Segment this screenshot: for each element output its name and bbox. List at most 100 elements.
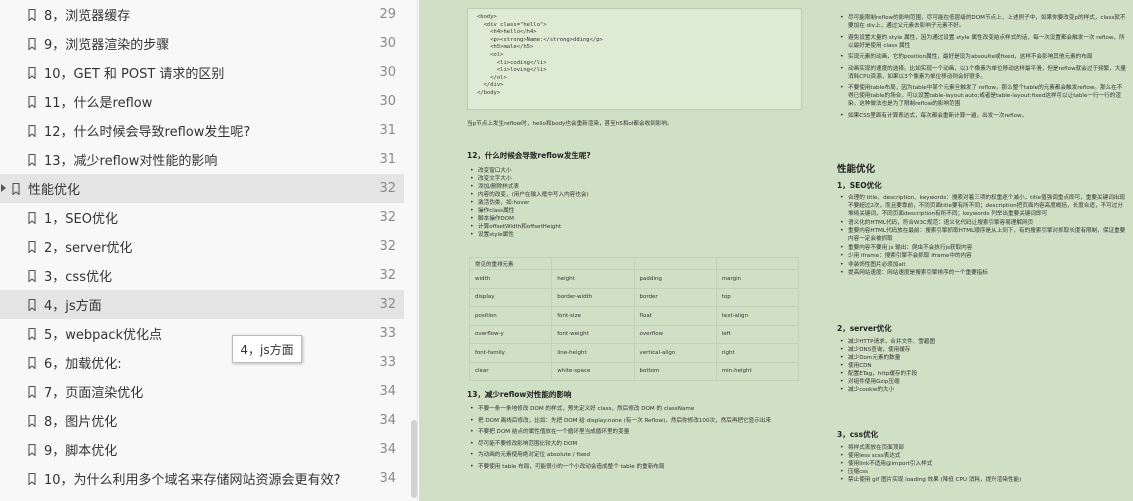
bookmark-icon <box>28 8 36 21</box>
outline-item[interactable]: 6，加载优化: 33 <box>0 348 404 377</box>
code-line: </body> <box>477 89 501 96</box>
css-list: 将样式表放在页面顶部使用less scss表达式使用link不适用@import… <box>837 444 1127 484</box>
table-cell: height <box>551 269 635 289</box>
outline-item[interactable]: 9，浏览器渲染的步骤 30 <box>0 29 404 58</box>
outline-item-title: 8，图片优化 <box>44 415 118 430</box>
bullet-item: 减少DNS查询，使用缓存 <box>837 346 1127 354</box>
outline-item[interactable]: 8，浏览器缓存 29 <box>0 0 404 29</box>
code-line: <li>coding</li> <box>477 59 547 66</box>
outline-item-page: 31 <box>379 152 396 167</box>
bullet-item: 使用less scss表达式 <box>837 452 1127 460</box>
section-heading-13: 13，减少reflow对性能的影响 <box>467 390 572 399</box>
bullet-item: 不要把 DOM 结点的属性值放在一个循环里当成循环里的变量 <box>467 428 802 436</box>
outline-item-page: 32 <box>379 210 396 225</box>
table-cell: vertical-align <box>633 343 717 363</box>
bullet-item: 避免设置大量的 style 属性，因为通过设置 style 属性改变结点样式的话… <box>837 34 1127 50</box>
reflow-tips-list: 尽可能限制reflow的影响范围，尽可能在低层级的DOM节点上，上述例子中，如果… <box>837 14 1127 123</box>
bullet-item: 实现元素的动画，它的position属性，最好是设为absoulte或fixed… <box>837 53 1127 61</box>
outline-item[interactable]: 5，webpack优化点 33 <box>0 319 404 348</box>
bookmark-icon <box>28 298 36 311</box>
table-cell: clear <box>468 361 553 381</box>
outline-scrollbar-thumb[interactable] <box>411 420 417 498</box>
outline-panel: 8，浏览器缓存 29 9，浏览器渲染的步骤 30 10，GET 和 POST 请求的区别… <box>0 0 418 501</box>
bullet-item: 不要使用table布局，因为table中某个元素旦触发了 reflow，那么整个… <box>837 84 1127 108</box>
outline-item-title: 10，GET 和 POST 请求的区别 <box>44 67 225 82</box>
outline-item[interactable]: 10，GET 和 POST 请求的区别 30 <box>0 58 404 87</box>
bullet-item: 改变文字大小 <box>467 175 802 183</box>
table-header-empty <box>551 257 635 270</box>
outline-item-title: 5，webpack优化点 <box>44 328 163 343</box>
bullet-item: 尽可能限制reflow的影响范围，尽可能在低层级的DOM节点上，上述例子中，如果… <box>837 14 1127 30</box>
table-cell: margin <box>715 269 800 289</box>
bullet-item: 不要使用 table 布局，可能很小的一个小改动会造成整个 table 的重新布… <box>467 463 802 471</box>
outline-item[interactable]: 9，脚本优化 34 <box>0 435 404 464</box>
bullet-item: 计算offsetWidth和offsetHeight <box>467 223 802 231</box>
outline-item-page: 32 <box>379 181 396 196</box>
outline-item[interactable]: 13，减少reflow对性能的影响 31 <box>0 145 404 174</box>
table-cell: display <box>468 287 553 307</box>
table-cell: top <box>715 287 800 307</box>
bookmark-icon <box>28 95 36 108</box>
code-line: <body> <box>477 14 497 20</box>
outline-chapter[interactable]: 性能优化 32 <box>0 174 404 203</box>
bookmark-icon <box>28 37 36 50</box>
document-view[interactable]: <body> <div class="hello"> <h4>hello</h4… <box>419 0 1133 501</box>
table-cell: text-align <box>715 306 800 326</box>
bullet-item: 少用 iframe：搜索引擎不会抓取 iframe中的内容 <box>837 252 1127 260</box>
table-row: font-family line-height vertical-align righ… <box>468 343 800 363</box>
table-cell: border-width <box>551 287 635 307</box>
expand-triangle-icon[interactable] <box>1 184 6 192</box>
table-cell: left <box>715 324 800 344</box>
seo-list: 合理的 title、description、keywords：搜索对着三项的权重… <box>837 194 1127 278</box>
bullet-item: 使用link不适用@import引入样式 <box>837 460 1127 468</box>
bullet-item: 语义化的HTML代码，符合W3C规范：语义化代码让搜索引擎容易理解网页 <box>837 219 1127 227</box>
table-cell: padding <box>633 269 717 289</box>
outline-item[interactable]: 12，什么时候会导致reflow发生呢? 31 <box>0 116 404 145</box>
bullet-item: 压缩css <box>837 468 1127 476</box>
outline-item[interactable]: 10，为什么利用多个域名来存储网站资源会更有效? 34 <box>0 464 404 493</box>
outline-item-page: 34 <box>379 384 396 399</box>
bullet-item: 脚本操作DOM <box>467 215 802 223</box>
bullet-item: 把 DOM 离线后修改，比如：先把 DOM 给 display:none (有一… <box>467 417 802 425</box>
doc-column-left: <body> <div class="hello"> <h4>hello</h4… <box>467 0 802 501</box>
outline-item[interactable]: 1，SEO优化 32 <box>0 203 404 232</box>
outline-item[interactable]: 4，js方面 32 <box>0 290 404 319</box>
outline-item[interactable]: 2，server优化 32 <box>0 232 404 261</box>
outline-item-page: 33 <box>379 326 396 341</box>
bullet-item: 添加/删除样式表 <box>467 183 802 191</box>
outline-item-page: 30 <box>379 65 396 80</box>
bookmark-icon <box>28 414 36 427</box>
bookmark-icon <box>28 356 36 369</box>
css-heading: 3，css优化 <box>837 430 879 439</box>
bullet-item: 不要一条一条地修改 DOM 的样式，预先定义好 class，然后修改 DOM 的… <box>467 405 802 413</box>
reader-window: 8，浏览器缓存 29 9，浏览器渲染的步骤 30 10，GET 和 POST 请求的区别… <box>0 0 1133 501</box>
table-row: overflow-y font-weight overflow left <box>468 324 800 344</box>
table-cell: line-height <box>551 343 635 363</box>
table-header-row: 常见的重排元素 <box>468 257 800 270</box>
bullet-item: 重要内容HTML代码放在最前：搜索引擎抓取HTML顺序是从上到下，有的搜索引擎对… <box>837 227 1127 243</box>
outline-item-page: 32 <box>379 268 396 283</box>
outline-item-title: 6，加载优化: <box>44 357 122 372</box>
outline-item-page: 34 <box>379 471 396 486</box>
outline-item-title: 8，浏览器缓存 <box>44 9 131 24</box>
bookmark-icon <box>28 124 36 137</box>
outline-scrollbar[interactable] <box>410 0 417 501</box>
bullet-item: 设置style属性 <box>467 231 802 239</box>
table-cell: position <box>468 306 553 326</box>
bullet-item: 配置ETag，http缓存的手段 <box>837 370 1127 378</box>
outline-item[interactable]: 11，什么是reflow 30 <box>0 87 404 116</box>
table-cell: border <box>633 287 717 307</box>
code-line: </ol> <box>477 74 507 81</box>
bullet-item: 改变窗口大小 <box>467 167 802 175</box>
outline-item[interactable]: 8，图片优化 34 <box>0 406 404 435</box>
code-line: <li>loving</li> <box>477 67 547 74</box>
bullet-item: 重要内容不要用 js 输出：爬虫不会执行js获取内容 <box>837 244 1127 252</box>
outline-item[interactable]: 3，css优化 32 <box>0 261 404 290</box>
bullet-item: 减少Dom元素的数量 <box>837 354 1127 362</box>
outline-item-page: 30 <box>379 36 396 51</box>
reflow-cause-list: 改变窗口大小改变文字大小添加/删除样式表内容的改变，(用户在输入框中写入内容也会… <box>467 167 802 239</box>
outline-item-page: 32 <box>379 297 396 312</box>
table-row: display border-width border top <box>468 287 800 307</box>
server-heading: 2，server优化 <box>837 324 892 333</box>
outline-item[interactable]: 7，页面渲染优化 34 <box>0 377 404 406</box>
